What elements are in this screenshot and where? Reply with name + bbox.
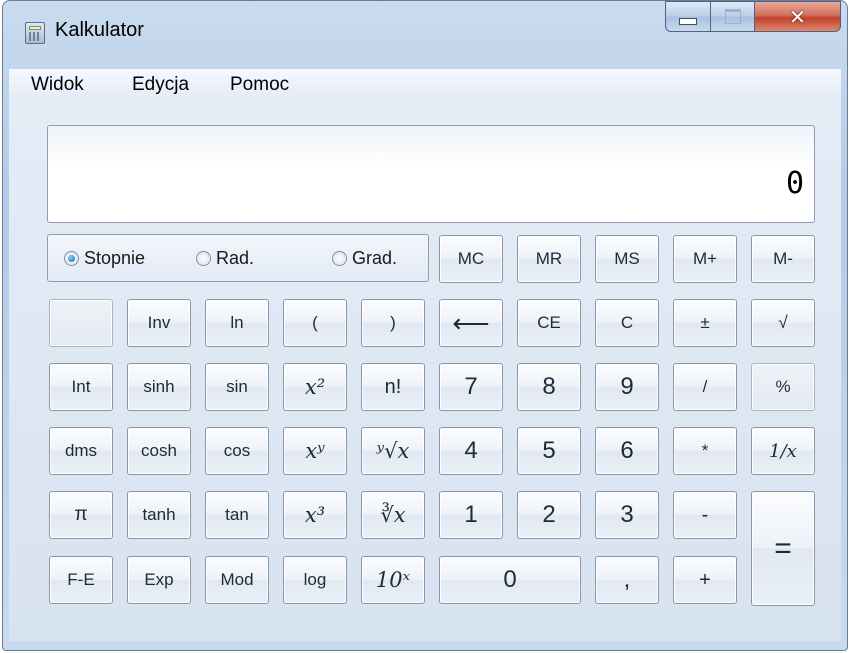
- display-value: 0: [785, 166, 804, 201]
- tanh-button[interactable]: tanh: [127, 491, 191, 539]
- menu-bar: Widok Edycja Pomoc: [9, 69, 841, 101]
- calculator-body: 0 Stopnie Rad. Grad. MC MR MS M+ M- Inv …: [9, 101, 841, 641]
- calculator-window: Kalkulator ✕ Widok Edycja Pomoc 0 Stopni…: [2, 0, 848, 651]
- radio-degrees[interactable]: Stopnie: [64, 248, 145, 269]
- digit-7-button[interactable]: 7: [439, 363, 503, 411]
- int-button[interactable]: Int: [49, 363, 113, 411]
- radio-gradians-label: Grad.: [352, 248, 398, 268]
- dms-button[interactable]: dms: [49, 427, 113, 475]
- radio-unselected-icon: [332, 251, 347, 266]
- backspace-icon: ⟵: [452, 307, 490, 338]
- cos-button[interactable]: cos: [205, 427, 269, 475]
- add-button[interactable]: +: [673, 556, 737, 604]
- m-minus-button[interactable]: M-: [751, 235, 815, 283]
- equals-button[interactable]: =: [751, 491, 815, 606]
- ms-button[interactable]: MS: [595, 235, 659, 283]
- digit-1-button[interactable]: 1: [439, 491, 503, 539]
- y-root-x-button[interactable]: ʸ√x: [361, 427, 425, 475]
- multiply-button[interactable]: *: [673, 427, 737, 475]
- mc-button[interactable]: MC: [439, 235, 503, 283]
- sinh-button[interactable]: sinh: [127, 363, 191, 411]
- radio-gradians[interactable]: Grad.: [332, 248, 397, 269]
- c-button[interactable]: C: [595, 299, 659, 347]
- x-power-y-button[interactable]: xʸ: [283, 427, 347, 475]
- digit-8-button[interactable]: 8: [517, 363, 581, 411]
- ln-button[interactable]: ln: [205, 299, 269, 347]
- radio-selected-icon: [64, 251, 79, 266]
- digit-5-button[interactable]: 5: [517, 427, 581, 475]
- close-icon: ✕: [789, 4, 806, 29]
- left-paren-button[interactable]: (: [283, 299, 347, 347]
- mod-button[interactable]: Mod: [205, 556, 269, 604]
- log-button[interactable]: log: [283, 556, 347, 604]
- divide-button[interactable]: /: [673, 363, 737, 411]
- plus-minus-button[interactable]: ±: [673, 299, 737, 347]
- radio-degrees-label: Stopnie: [84, 248, 146, 268]
- reciprocal-button[interactable]: 1/x: [751, 427, 815, 475]
- digit-0-button[interactable]: 0: [439, 556, 581, 604]
- window-controls: ✕: [665, 1, 841, 33]
- sin-button[interactable]: sin: [205, 363, 269, 411]
- calculator-icon: [25, 22, 45, 44]
- radio-radians[interactable]: Rad.: [196, 248, 254, 269]
- cube-root-button[interactable]: ∛x: [361, 491, 425, 539]
- m-plus-button[interactable]: M+: [673, 235, 737, 283]
- factorial-button[interactable]: n!: [361, 363, 425, 411]
- right-paren-button[interactable]: ): [361, 299, 425, 347]
- close-button[interactable]: ✕: [755, 1, 841, 32]
- backspace-button[interactable]: ⟵: [439, 299, 503, 347]
- inv-button[interactable]: Inv: [127, 299, 191, 347]
- ce-button[interactable]: CE: [517, 299, 581, 347]
- menu-pomoc[interactable]: Pomoc: [230, 74, 289, 96]
- maximize-icon: [724, 9, 741, 24]
- digit-4-button[interactable]: 4: [439, 427, 503, 475]
- title-bar[interactable]: Kalkulator ✕: [3, 1, 847, 65]
- exp-button[interactable]: Exp: [127, 556, 191, 604]
- maximize-button[interactable]: [711, 1, 755, 32]
- angle-unit-group: Stopnie Rad. Grad.: [47, 234, 429, 282]
- minimize-button[interactable]: [665, 1, 711, 32]
- menu-edycja[interactable]: Edycja: [132, 74, 189, 96]
- digit-2-button[interactable]: 2: [517, 491, 581, 539]
- decimal-button[interactable]: ,: [595, 556, 659, 604]
- sqrt-button[interactable]: √: [751, 299, 815, 347]
- digit-3-button[interactable]: 3: [595, 491, 659, 539]
- radio-radians-label: Rad.: [216, 248, 255, 268]
- cosh-button[interactable]: cosh: [127, 427, 191, 475]
- menu-widok[interactable]: Widok: [31, 74, 84, 96]
- ten-power-x-button[interactable]: 10ˣ: [361, 556, 425, 604]
- percent-button[interactable]: %: [751, 363, 815, 411]
- x-cubed-button[interactable]: x³: [283, 491, 347, 539]
- subtract-button[interactable]: -: [673, 491, 737, 539]
- minimize-icon: [679, 18, 697, 25]
- digit-9-button[interactable]: 9: [595, 363, 659, 411]
- digit-6-button[interactable]: 6: [595, 427, 659, 475]
- empty-button: [49, 299, 113, 347]
- window-title: Kalkulator: [55, 19, 144, 41]
- mr-button[interactable]: MR: [517, 235, 581, 283]
- fe-button[interactable]: F-E: [49, 556, 113, 604]
- tan-button[interactable]: tan: [205, 491, 269, 539]
- pi-button[interactable]: π: [49, 491, 113, 539]
- radio-unselected-icon: [196, 251, 211, 266]
- x-squared-button[interactable]: x²: [283, 363, 347, 411]
- display: 0: [47, 125, 815, 223]
